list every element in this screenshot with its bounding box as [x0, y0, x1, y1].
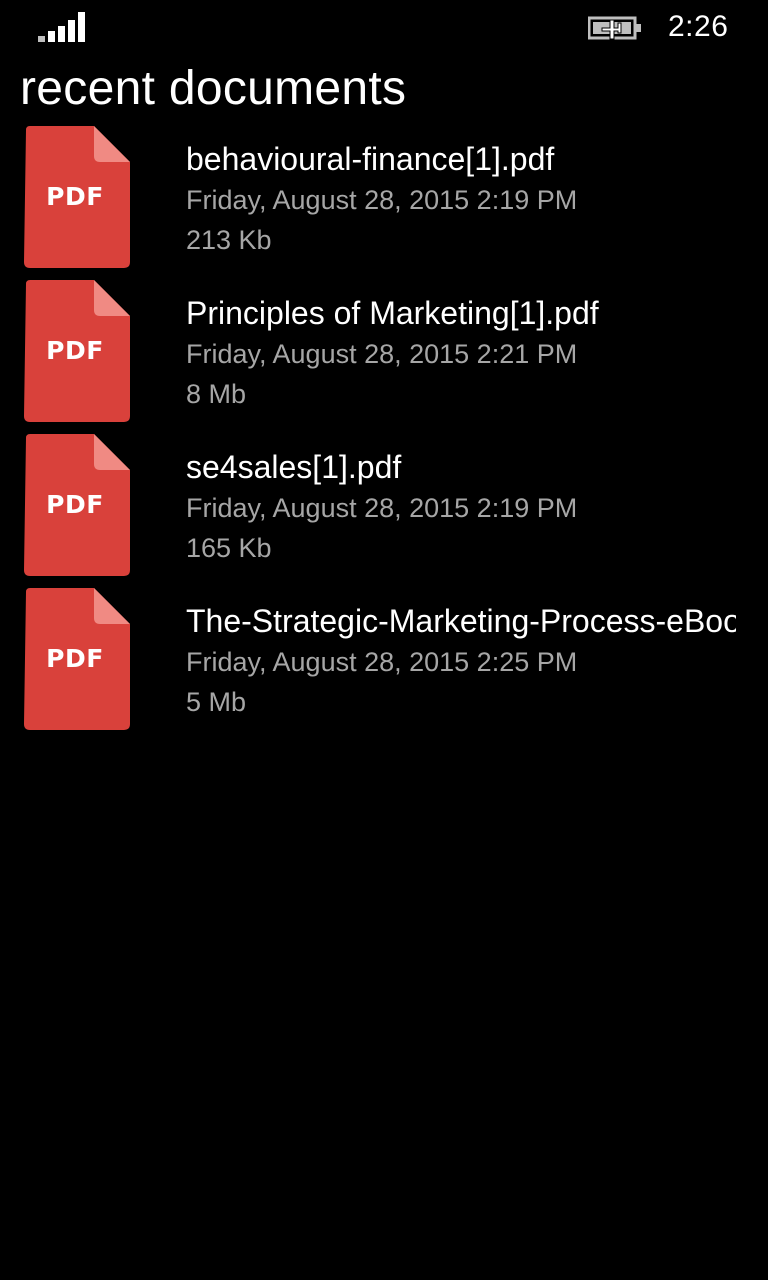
document-size: 165 Kb [186, 533, 272, 563]
page-title: recent documents [20, 62, 407, 115]
document-date: Friday, August 28, 2015 2:19 PM [186, 185, 578, 215]
pdf-icon-label: PDF [46, 490, 104, 519]
pdf-icon-label: PDF [46, 336, 104, 365]
pdf-file-icon: PDF [22, 280, 132, 424]
list-item-document-2[interactable]: PDF Principles of Marketing[1].pdf Frida… [0, 278, 768, 432]
document-list: PDF behavioural-finance[1].pdf Friday, A… [0, 124, 768, 740]
clock: 2:26 [668, 10, 729, 43]
document-name: se4sales[1].pdf [186, 449, 402, 485]
document-date: Friday, August 28, 2015 2:25 PM [186, 647, 578, 677]
document-size: 213 Kb [186, 225, 272, 255]
list-item-document-4[interactable]: PDF The-Strategic-Marketing-Process-eBoo… [0, 586, 768, 740]
pdf-file-icon: PDF [22, 588, 132, 732]
status-bar: 2:26 [0, 0, 768, 56]
document-name: Principles of Marketing[1].pdf [186, 295, 599, 331]
battery-charging-icon [588, 16, 641, 40]
pdf-icon-label: PDF [46, 182, 104, 211]
document-name: The-Strategic-Marketing-Process-eBook.pd… [186, 603, 736, 639]
document-size: 5 Mb [186, 687, 247, 717]
document-name: behavioural-finance[1].pdf [186, 141, 555, 177]
document-date: Friday, August 28, 2015 2:21 PM [186, 339, 578, 369]
pdf-file-icon: PDF [22, 434, 132, 578]
pdf-icon-label: PDF [46, 644, 104, 673]
signal-strength-icon [38, 12, 88, 42]
list-item-document-1[interactable]: PDF behavioural-finance[1].pdf Friday, A… [0, 124, 768, 278]
pdf-file-icon: PDF [22, 126, 132, 270]
list-item-document-3[interactable]: PDF se4sales[1].pdf Friday, August 28, 2… [0, 432, 768, 586]
document-date: Friday, August 28, 2015 2:19 PM [186, 493, 578, 523]
document-size: 8 Mb [186, 379, 247, 409]
